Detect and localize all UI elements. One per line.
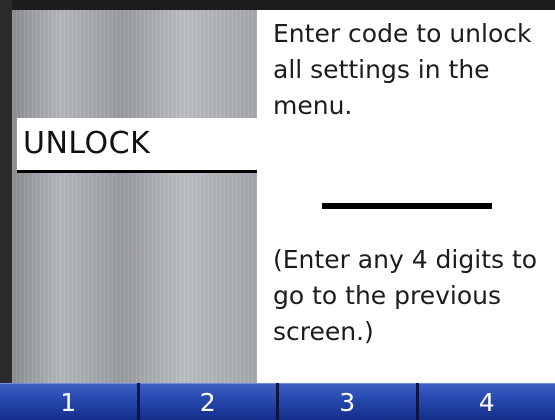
softkey-bar: 1 2 3 4 xyxy=(0,383,555,420)
instruction-text: Enter code to unlock all settings in the… xyxy=(273,19,532,120)
brushed-metal-background xyxy=(12,10,257,385)
softkey-3[interactable]: 3 xyxy=(279,383,416,420)
left-bezel xyxy=(0,0,12,385)
softkey-2[interactable]: 2 xyxy=(139,383,276,420)
code-entry-field[interactable] xyxy=(322,203,492,209)
info-panel: Enter code to unlock all settings in the… xyxy=(257,10,555,385)
top-bezel xyxy=(0,0,555,10)
hint-text: (Enter any 4 digits to go to the previou… xyxy=(273,245,538,346)
softkey-1[interactable]: 1 xyxy=(0,383,137,420)
screen-title-label: UNLOCK xyxy=(23,126,151,161)
screen-title: UNLOCK xyxy=(17,118,257,173)
unlock-screen: Enter code to unlock all settings in the… xyxy=(0,0,555,420)
softkey-4[interactable]: 4 xyxy=(418,383,555,420)
